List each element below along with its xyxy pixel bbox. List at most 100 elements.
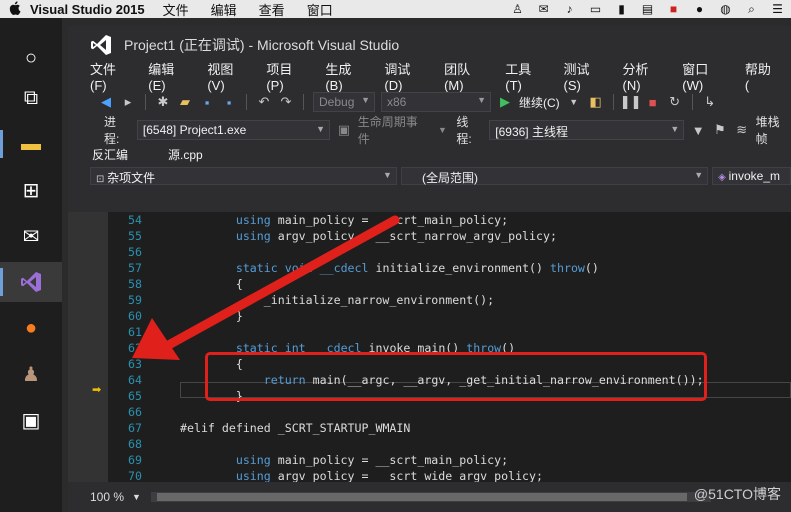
dock-icon[interactable]: ▤	[640, 2, 655, 16]
open-file-icon[interactable]: ▰	[177, 94, 193, 110]
display-icon[interactable]: ▭	[588, 2, 603, 16]
line-numbers: 545556575859606162636465666768697071	[108, 212, 142, 482]
forward-icon[interactable]: ▸	[120, 94, 136, 110]
redo-icon[interactable]: ↷	[278, 94, 294, 110]
code-line[interactable]: {	[180, 276, 704, 292]
menubar-item-view[interactable]: 查看	[259, 0, 285, 19]
dropdown-arrow-icon[interactable]: ▼	[566, 94, 582, 110]
dropdown-arrow-icon[interactable]: ▼	[435, 122, 451, 138]
continue-button[interactable]: 继续(C)	[519, 94, 560, 111]
lifecycle-events-button[interactable]: 生命周期事件	[358, 113, 429, 147]
menu-file[interactable]: 文件(F)	[90, 59, 132, 93]
user-icon[interactable]: ♙	[510, 2, 525, 16]
zoom-dropdown[interactable]: 100 % ▼	[90, 490, 141, 504]
code-line[interactable]: #elif defined _SCRT_STARTUP_WMAIN	[180, 420, 704, 436]
menu-help[interactable]: 帮助(	[745, 59, 775, 93]
menu-team[interactable]: 团队(M)	[444, 59, 489, 93]
hat-icon[interactable]: ●	[692, 2, 707, 16]
code-line[interactable]: }	[180, 308, 704, 324]
thread-dropdown[interactable]: [6936] 主线程 ▼	[489, 120, 685, 140]
process-dropdown[interactable]: [6548] Project1.exe ▼	[136, 120, 330, 140]
code-line[interactable]	[180, 404, 704, 420]
save-all-icon[interactable]: ▪	[221, 94, 237, 110]
stop-icon[interactable]: ■	[645, 94, 661, 110]
menu-window[interactable]: 窗口(W)	[682, 59, 729, 93]
attach-icon[interactable]: ◧	[588, 94, 604, 110]
member-dropdown[interactable]: ◈ invoke_m	[712, 167, 791, 185]
message-icon[interactable]: ✉	[536, 2, 551, 16]
menu-view[interactable]: 视图(V)	[207, 59, 250, 93]
code-editor[interactable]: ➡ 545556575859606162636465666768697071 u…	[68, 212, 791, 482]
menubar-item-file[interactable]: 文件	[163, 0, 189, 19]
scrollbar-thumb[interactable]	[156, 493, 687, 501]
battery-icon[interactable]: ▮	[614, 2, 629, 16]
project-dropdown[interactable]: ⊡ 杂项文件 ▼	[90, 167, 397, 185]
code-line[interactable]: using main_policy = __scrt_main_policy;	[180, 452, 704, 468]
scope-value: (全局范围)	[421, 171, 478, 185]
chevron-down-icon: ▼	[361, 95, 370, 105]
editor-status-bar: 100 % ▼	[68, 482, 791, 512]
red-app-icon[interactable]: ■	[666, 2, 681, 16]
dock: ○ ⧉ ▬ ⊞ ✉ ● ♟ ▣	[0, 18, 62, 512]
filter-icon[interactable]: ▼	[690, 122, 706, 138]
save-icon[interactable]: ▪	[199, 94, 215, 110]
dock-item-photo[interactable]: ♟	[0, 354, 62, 394]
undo-icon[interactable]: ↶	[256, 94, 272, 110]
apple-menu-icon[interactable]	[0, 0, 30, 18]
flag-icon[interactable]: ⚑	[712, 122, 728, 138]
wechat-icon[interactable]: ◍	[718, 2, 733, 16]
menu-edit[interactable]: 编辑(E)	[148, 59, 191, 93]
restart-icon[interactable]: ↻	[667, 94, 683, 110]
horizontal-scrollbar[interactable]	[150, 492, 711, 502]
scope-dropdown[interactable]: (全局范围) ▼	[400, 167, 709, 185]
code-line[interactable]: _initialize_narrow_environment();	[180, 292, 704, 308]
menu-analyze[interactable]: 分析(N)	[623, 59, 667, 93]
code-line[interactable]: using argv_policy = __scrt_wide_argv_pol…	[180, 468, 704, 482]
dock-item-firefox[interactable]: ●	[0, 308, 62, 348]
code-line[interactable]: static void __cdecl initialize_environme…	[180, 260, 704, 276]
pause-icon[interactable]: ❚❚	[620, 94, 642, 110]
menubar-item-edit[interactable]: 编辑	[211, 0, 237, 19]
search-icon[interactable]: ⌕	[744, 2, 759, 17]
code-line[interactable]	[180, 324, 704, 340]
dock-item-circle[interactable]: ○	[0, 38, 62, 78]
menu-project[interactable]: 项目(P)	[266, 59, 309, 93]
code-text[interactable]: using main_policy = __scrt_main_policy; …	[180, 212, 704, 482]
dock-item-explorer[interactable]: ▬	[0, 124, 62, 164]
thread-label: 线程:	[456, 115, 472, 146]
dock-item-visual-studio[interactable]	[0, 262, 62, 302]
line-number: 67	[128, 421, 142, 435]
store-icon: ⊞	[22, 179, 40, 202]
menu-build[interactable]: 生成(B)	[325, 59, 368, 93]
menu-debug[interactable]: 调试(D)	[384, 59, 428, 93]
dock-item-store[interactable]: ⊞	[0, 170, 62, 210]
code-line[interactable]	[180, 436, 704, 452]
app-name-menu[interactable]: Visual Studio 2015	[30, 2, 145, 17]
code-line[interactable]: using main_policy = __scrt_main_policy;	[180, 212, 704, 228]
tab-source-cpp[interactable]: 源.cpp	[168, 146, 203, 166]
volume-icon[interactable]: ♪	[562, 2, 577, 16]
back-icon[interactable]: ◀	[98, 94, 114, 110]
code-line[interactable]: using argv_policy = __scrt_narrow_argv_p…	[180, 228, 704, 244]
active-indicator	[0, 268, 3, 296]
show-next-statement-icon[interactable]: ↳	[702, 94, 718, 110]
new-project-icon[interactable]: ✱	[155, 94, 171, 110]
menu-test[interactable]: 测试(S)	[564, 59, 607, 93]
chevron-down-icon: ▼	[316, 124, 325, 134]
threads-icon[interactable]: ≋	[734, 122, 750, 138]
menu-tools[interactable]: 工具(T)	[505, 59, 547, 93]
configuration-dropdown[interactable]: Debug ▼	[313, 92, 375, 112]
lifecycle-events-icon[interactable]: ▣	[336, 122, 352, 138]
indicator-margin[interactable]	[68, 212, 108, 482]
menubar-item-window[interactable]: 窗口	[307, 0, 333, 19]
dock-item-app[interactable]: ▣	[0, 400, 62, 440]
play-icon[interactable]: ▶	[497, 94, 513, 110]
platform-dropdown[interactable]: x86 ▼	[381, 92, 491, 112]
tab-disassembly[interactable]: 反汇编	[92, 146, 128, 166]
code-line[interactable]	[180, 244, 704, 260]
dock-item-mail[interactable]: ✉	[0, 216, 62, 256]
configuration-value: Debug	[319, 95, 355, 109]
list-icon[interactable]: ☰	[770, 2, 785, 16]
chevron-down-icon: ▼	[694, 170, 704, 180]
dock-item-taskview[interactable]: ⧉	[0, 78, 62, 118]
